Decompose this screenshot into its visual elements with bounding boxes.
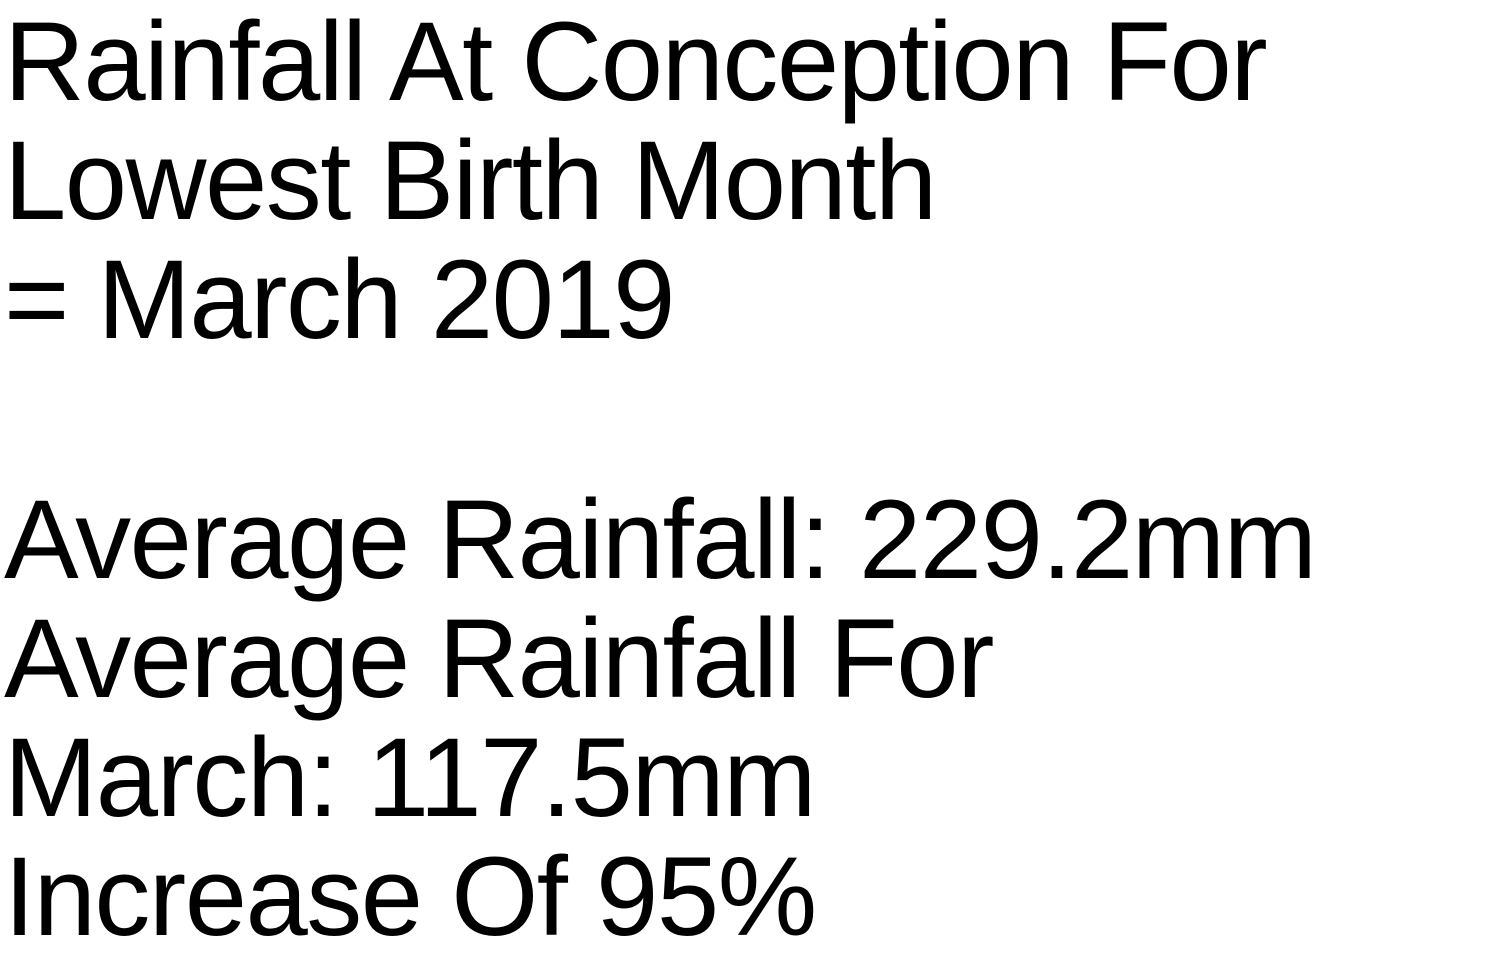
march-average-value-line: March: 117.5mm bbox=[4, 715, 816, 840]
average-rainfall-line: Average Rainfall: 229.2mm bbox=[4, 477, 1317, 602]
heading-line-2: Lowest Birth Month bbox=[4, 118, 937, 243]
heading-line-3: = March 2019 bbox=[4, 237, 675, 362]
heading-line-1: Rainfall At Conception For bbox=[4, 0, 1268, 124]
march-average-label-line: Average Rainfall For bbox=[4, 596, 994, 721]
heading-block: Rainfall At Conception For Lowest Birth … bbox=[4, 2, 1494, 359]
increase-line: Increase Of 95% bbox=[4, 834, 817, 959]
stats-block: Average Rainfall: 229.2mm Average Rainfa… bbox=[4, 480, 1494, 956]
text-card: Rainfall At Conception For Lowest Birth … bbox=[0, 0, 1498, 973]
